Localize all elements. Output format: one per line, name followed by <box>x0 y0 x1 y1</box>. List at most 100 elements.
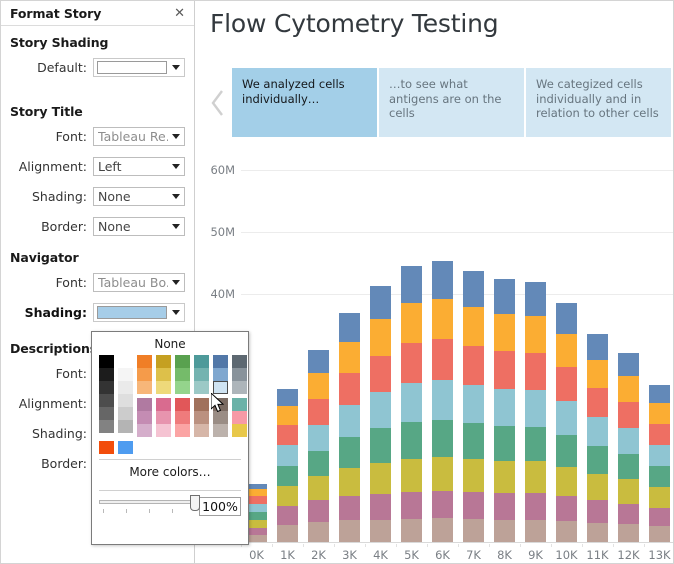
bar-9K[interactable] <box>524 282 547 542</box>
bar-segment-mauve[interactable] <box>524 493 547 520</box>
bar-segment-olive[interactable] <box>431 457 454 491</box>
bar-segment-blue[interactable] <box>369 285 392 320</box>
chevron-down-icon[interactable] <box>168 158 184 175</box>
bar-segment-mauve[interactable] <box>338 496 361 521</box>
story-point-1[interactable]: We analyzed cells individually… <box>232 68 377 137</box>
color-swatch[interactable] <box>97 306 167 319</box>
color-swatch[interactable] <box>137 411 152 424</box>
bar-segment-blue[interactable] <box>524 282 547 317</box>
color-swatch[interactable] <box>175 355 190 368</box>
bar-segment-orange[interactable] <box>400 303 423 343</box>
bar-segment-olive[interactable] <box>555 466 578 497</box>
color-swatch[interactable] <box>118 407 133 420</box>
bar-segment-tan[interactable] <box>586 522 609 542</box>
color-swatch[interactable] <box>137 398 152 411</box>
dropdown-shading[interactable] <box>93 303 185 322</box>
color-swatch[interactable] <box>194 368 209 381</box>
color-swatch[interactable] <box>232 398 247 411</box>
color-swatch[interactable] <box>156 411 171 424</box>
swatch-column[interactable] <box>175 355 190 394</box>
swatch-column[interactable] <box>99 394 114 437</box>
color-swatch[interactable] <box>213 355 228 368</box>
bar-segment-green[interactable] <box>369 428 392 463</box>
bar-segment-green[interactable] <box>648 466 671 488</box>
color-swatch[interactable] <box>194 381 209 394</box>
bar-7K[interactable] <box>462 271 485 542</box>
color-swatch-grid[interactable] <box>92 355 248 437</box>
color-swatch[interactable] <box>194 424 209 437</box>
bar-segment-red[interactable] <box>431 339 454 381</box>
bar-segment-green[interactable] <box>586 446 609 475</box>
bar-segment-orange[interactable] <box>524 316 547 353</box>
chevron-down-icon[interactable] <box>168 274 184 291</box>
color-swatch[interactable] <box>194 355 209 368</box>
bar-segment-tan[interactable] <box>524 519 547 542</box>
bar-12K[interactable] <box>617 353 640 542</box>
bar-segment-orange[interactable] <box>431 298 454 340</box>
bar-segment-tan[interactable] <box>307 522 330 542</box>
color-swatch[interactable] <box>99 394 114 407</box>
color-picker-popup[interactable]: None More colors… 100% <box>91 331 249 545</box>
bar-2K[interactable] <box>307 350 330 542</box>
color-swatch[interactable] <box>118 420 133 433</box>
color-swatch[interactable] <box>213 411 228 424</box>
color-swatch[interactable] <box>137 355 152 368</box>
dropdown-font[interactable]: Tableau Re.. <box>93 127 185 146</box>
bar-segment-red[interactable] <box>586 388 609 418</box>
color-none-option[interactable]: None <box>92 332 248 355</box>
bar-segment-orange[interactable] <box>555 333 578 368</box>
swatch-row-top[interactable] <box>99 355 247 394</box>
bar-segment-red[interactable] <box>276 425 299 446</box>
bar-segment-tan[interactable] <box>462 519 485 542</box>
bar-segment-tan[interactable] <box>648 525 671 542</box>
chevron-down-icon[interactable] <box>168 304 184 321</box>
bar-segment-red[interactable] <box>369 355 392 393</box>
swatch-column[interactable] <box>118 355 133 394</box>
swatch-column[interactable] <box>194 355 209 394</box>
bar-segment-red[interactable] <box>400 342 423 384</box>
dropdown-alignment[interactable]: Left <box>93 157 185 176</box>
bar-segment-olive[interactable] <box>462 458 485 492</box>
bar-segment-blue[interactable] <box>617 353 640 377</box>
color-swatch[interactable] <box>213 368 228 381</box>
swatch-column[interactable] <box>232 355 247 394</box>
bar-segment-light-blue[interactable] <box>338 405 361 438</box>
chevron-left-icon[interactable] <box>204 68 232 137</box>
color-single-swatches[interactable] <box>92 437 248 454</box>
color-swatch[interactable] <box>118 355 133 368</box>
bar-segment-green[interactable] <box>307 450 330 477</box>
bar-segment-orange[interactable] <box>648 403 671 424</box>
bar-segment-green[interactable] <box>524 426 547 462</box>
bar-8K[interactable] <box>493 278 516 542</box>
bar-1K[interactable] <box>276 389 299 542</box>
bar-segment-light-blue[interactable] <box>555 401 578 435</box>
bar-segment-light-blue[interactable] <box>307 424 330 451</box>
bar-segment-olive[interactable] <box>648 487 671 508</box>
chevron-down-icon[interactable] <box>168 59 184 76</box>
bar-segment-tan[interactable] <box>493 519 516 542</box>
swatch-column[interactable] <box>137 398 152 437</box>
bar-segment-green[interactable] <box>493 425 516 462</box>
color-swatch[interactable] <box>232 368 247 381</box>
bar-segment-mauve[interactable] <box>586 500 609 523</box>
bar-segment-tan[interactable] <box>431 518 454 542</box>
bar-segment-tan[interactable] <box>400 519 423 542</box>
color-swatch[interactable] <box>156 424 171 437</box>
color-swatch[interactable] <box>137 368 152 381</box>
color-swatch[interactable] <box>156 381 171 394</box>
swatch-column[interactable] <box>213 398 228 437</box>
bar-segment-olive[interactable] <box>617 479 640 504</box>
bar-segment-green[interactable] <box>462 422 485 459</box>
story-point-3[interactable]: We categized cells individually and in r… <box>526 68 671 137</box>
color-swatch[interactable] <box>156 398 171 411</box>
swatch-column[interactable] <box>213 355 228 394</box>
bar-10K[interactable] <box>555 302 578 542</box>
bar-segment-green[interactable] <box>400 422 423 459</box>
bar-segment-green[interactable] <box>431 419 454 457</box>
bar-segment-mauve[interactable] <box>648 507 671 526</box>
chevron-down-icon[interactable] <box>168 188 184 205</box>
bar-segment-mauve[interactable] <box>400 491 423 520</box>
bar-segment-light-blue[interactable] <box>617 427 640 454</box>
bar-segment-red[interactable] <box>493 350 516 389</box>
bar-segment-light-blue[interactable] <box>462 385 485 423</box>
